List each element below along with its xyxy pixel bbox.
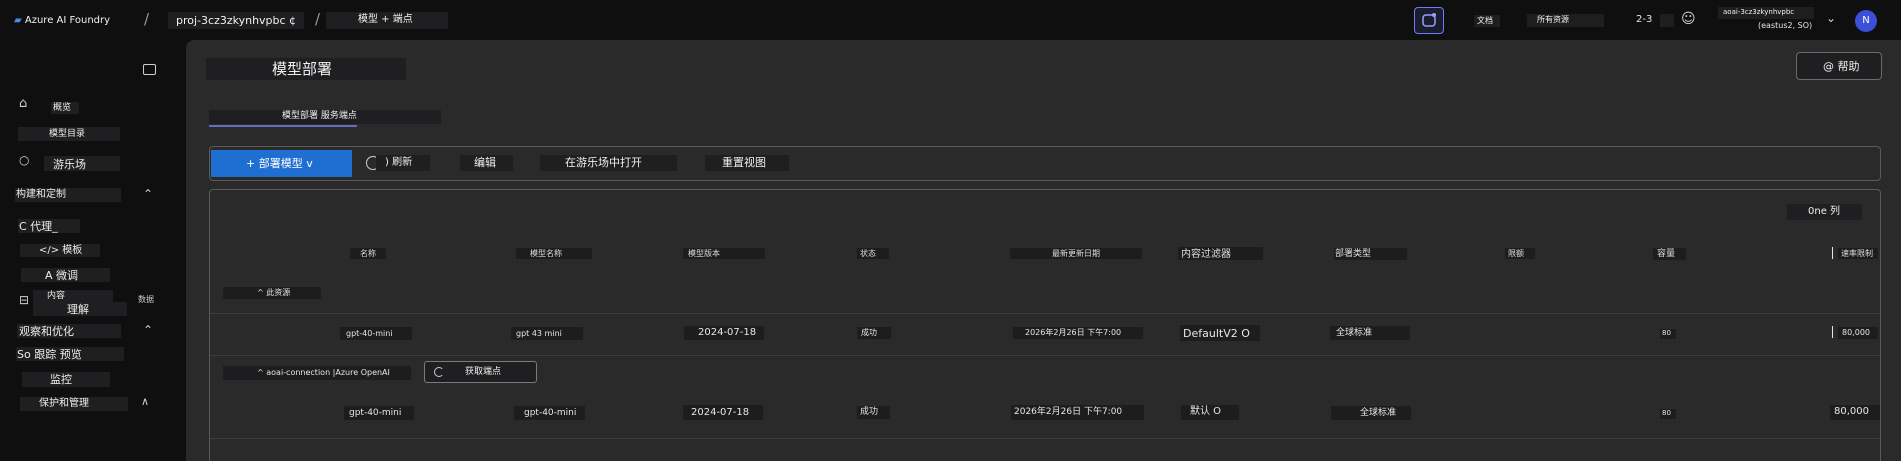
sidebar-item-finetune[interactable]: A 微调: [21, 268, 110, 282]
avatar[interactable]: N: [1855, 10, 1877, 32]
sidebar-item-understand[interactable]: 理解: [33, 302, 127, 316]
row1-version: 2024-07-18: [684, 326, 764, 340]
sidebar-item-overview[interactable]: 概览: [51, 102, 79, 114]
get-endpoint-button[interactable]: 获取端点: [424, 361, 537, 383]
refresh-button[interactable]: ) 刷新: [376, 155, 430, 171]
row2-deployment-type: 全球标准: [1331, 406, 1411, 420]
columns-button[interactable]: 0ne 列: [1787, 204, 1862, 220]
group-header-connection[interactable]: ^ aoai-connection |Azure OpenAI: [223, 366, 411, 380]
breadcrumb-separator: /: [144, 10, 150, 28]
help-button[interactable]: @ 帮助: [1796, 52, 1882, 80]
column-header-rate-limit[interactable]: 速率限制: [1838, 248, 1878, 259]
tab-active-underline: [209, 125, 357, 127]
sidebar-item-agents[interactable]: C 代理_: [18, 219, 80, 233]
sidebar-item-content[interactable]: 内容: [33, 290, 113, 302]
copilot-button[interactable]: [1414, 7, 1444, 34]
content-understanding-icon: ⊟: [19, 293, 30, 307]
chevron-up-icon[interactable]: ⌃: [143, 324, 153, 336]
sidebar: ⌂ 概览 模型目录 ○ 游乐场 构建和定制 ⌃ C 代理_ </> 模板 A 微…: [0, 40, 186, 461]
row2-updated: 2026年2月26日 下午7:00: [1011, 405, 1144, 420]
data-badge: 数据: [131, 294, 167, 306]
group-header-this-resource[interactable]: ^ 此资源: [223, 287, 321, 299]
row2-name[interactable]: gpt-40-mini: [344, 406, 414, 420]
chevron-down-icon[interactable]: ⌄: [1826, 12, 1836, 24]
deployments-table: [209, 189, 1881, 461]
section-build: 构建和定制: [15, 188, 121, 202]
sidebar-item-templates[interactable]: </> 模板: [20, 244, 100, 257]
row-divider: [210, 313, 1880, 314]
row1-model: gpt 43 mini: [511, 327, 583, 340]
row1-capacity: 80: [1660, 329, 1676, 339]
column-header-content-filter[interactable]: 内容过滤器: [1178, 247, 1263, 260]
account-name[interactable]: aoai-3cz3zkynhvpbc: [1718, 7, 1814, 19]
docs-link[interactable]: 文档: [1474, 15, 1500, 27]
column-header-last-updated[interactable]: 最新更新日期: [1010, 248, 1142, 259]
copilot-icon: [1422, 13, 1436, 27]
top-bar: ▰ Azure AI Foundry / proj-3cz3zkynhvpbc …: [0, 0, 1901, 40]
tabs[interactable]: 模型部署 服务端点: [209, 110, 441, 124]
reset-view-button[interactable]: 重置视图: [705, 155, 789, 171]
home-icon: ⌂: [19, 96, 28, 111]
row-divider: [210, 438, 1880, 439]
column-header-state[interactable]: 状态: [857, 248, 889, 259]
sidebar-item-monitor[interactable]: 监控: [22, 372, 110, 387]
bell-icon[interactable]: [1660, 14, 1674, 27]
cell-divider: [1832, 326, 1833, 338]
column-header-deployment-type[interactable]: 部署类型: [1334, 248, 1407, 260]
sidebar-item-tracing[interactable]: So 跟踪 预览: [16, 347, 124, 361]
column-header-quota[interactable]: 限额: [1505, 248, 1535, 259]
row1-name[interactable]: gpt-40-mini: [340, 327, 412, 340]
azure-logo-icon: ▰: [14, 15, 25, 26]
column-divider: [1832, 247, 1833, 259]
account-region: (eastus2, SO): [1758, 21, 1813, 30]
row1-deployment-type: 全球标准: [1330, 326, 1410, 340]
collapse-sidebar-icon[interactable]: [143, 64, 156, 75]
row2-version: 2024-07-18: [683, 405, 763, 420]
row1-content-filter[interactable]: DefaultV2 O: [1180, 325, 1260, 341]
breadcrumb-section[interactable]: 模型 + 端点: [326, 12, 448, 29]
row1-state: 成功: [857, 327, 891, 339]
row2-state: 成功: [857, 406, 890, 419]
notification-count[interactable]: 2-3: [1636, 15, 1652, 25]
chat-icon: ○: [19, 153, 30, 167]
deploy-model-button[interactable]: + 部署模型 v: [211, 150, 352, 177]
all-resources-link[interactable]: 所有资源: [1527, 14, 1604, 27]
column-header-model-name[interactable]: 模型名称: [516, 248, 592, 259]
chevron-up-icon[interactable]: ⌃: [143, 188, 153, 200]
sidebar-item-playground[interactable]: 游乐场: [44, 156, 120, 171]
page-title: 模型部署: [206, 58, 406, 80]
row2-model: gpt-40-mini: [514, 406, 585, 420]
row-divider: [210, 355, 1880, 356]
app-logo[interactable]: ▰ Azure AI Foundry: [14, 13, 132, 29]
loading-icon: [434, 367, 444, 377]
get-endpoint-label: 获取端点: [465, 367, 502, 377]
row1-updated: 2026年2月26日 下午7:00: [1013, 327, 1143, 339]
open-in-playground-button[interactable]: 在游乐场中打开: [540, 155, 677, 171]
feedback-smiley-icon[interactable]: ☺: [1681, 12, 1696, 26]
column-header-name[interactable]: 名称: [350, 248, 386, 259]
breadcrumb-project[interactable]: proj-3cz3zkynhvpbc ¢: [168, 12, 304, 29]
breadcrumb-separator: /: [315, 10, 321, 28]
column-header-capacity[interactable]: 容量: [1653, 248, 1686, 260]
chevron-up-icon[interactable]: ∧: [141, 396, 149, 407]
sidebar-item-protect[interactable]: 保护和管理: [20, 397, 128, 411]
sidebar-item-model-catalog[interactable]: 模型目录: [18, 127, 120, 141]
row2-capacity: 80: [1660, 409, 1676, 419]
app-name: Azure AI Foundry: [24, 15, 111, 26]
edit-button[interactable]: 编辑: [460, 155, 513, 171]
row2-rate-limit: 80,000: [1830, 405, 1880, 420]
column-header-model-version[interactable]: 模型版本: [683, 248, 765, 259]
row2-content-filter[interactable]: 默认 O: [1181, 405, 1239, 420]
section-observe: 观察和优化: [17, 324, 121, 338]
row1-rate-limit: 80,000: [1838, 327, 1878, 339]
